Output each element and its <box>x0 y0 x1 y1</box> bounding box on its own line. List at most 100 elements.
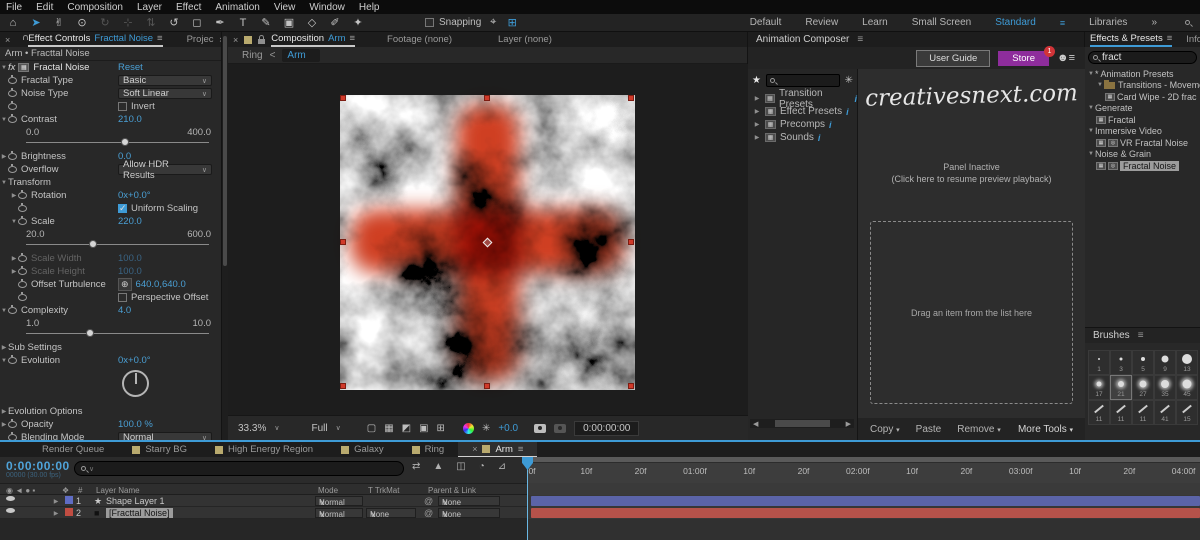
effects-tree-item[interactable]: ▦ Card Wipe - 2D frac <box>1085 91 1200 103</box>
panel-inactive-message[interactable]: Panel Inactive (Click here to resume pre… <box>858 161 1085 185</box>
workspace-small-screen[interactable]: Small Screen <box>912 17 971 28</box>
slider-thumb[interactable] <box>121 138 130 146</box>
workspace-menu-icon[interactable]: ≡ <box>1060 18 1065 28</box>
layer-track[interactable] <box>527 495 1200 507</box>
twirl-icon[interactable]: ▼ <box>1096 82 1104 88</box>
twirl-icon[interactable]: ▶ <box>10 255 18 262</box>
menu-animation[interactable]: Animation <box>215 2 259 13</box>
twirl-icon[interactable]: ▶ <box>753 121 761 128</box>
home-tool[interactable]: ⌂ <box>6 17 20 29</box>
paste-button[interactable]: Paste <box>910 422 948 437</box>
layer-duration-bar[interactable] <box>531 496 1200 506</box>
user-guide-button[interactable]: User Guide <box>916 49 991 67</box>
stopwatch-icon[interactable] <box>8 164 17 173</box>
brush-preset[interactable]: 41 <box>1154 400 1176 425</box>
numeric-value[interactable]: 0x+0.0° <box>118 190 151 201</box>
menu-composition[interactable]: Composition <box>67 2 123 13</box>
stopwatch-icon[interactable] <box>18 266 27 275</box>
menu-help[interactable]: Help <box>359 2 380 13</box>
magnification-select[interactable]: 33.3% ∨ <box>234 421 283 436</box>
stopwatch-icon[interactable] <box>18 216 27 225</box>
twirl-icon[interactable]: ▶ <box>52 510 60 517</box>
shy-layers-icon[interactable]: ◫ <box>456 461 465 472</box>
crumb-ring[interactable]: Ring <box>242 50 263 61</box>
stopwatch-icon[interactable] <box>8 75 17 84</box>
stopwatch-icon[interactable] <box>18 203 27 212</box>
twirl-icon[interactable]: ▶ <box>0 421 8 428</box>
twirl-icon[interactable]: ▶ <box>753 108 761 115</box>
account-icon[interactable]: ☻≡ <box>1057 52 1075 64</box>
value-checkbox[interactable] <box>118 102 127 111</box>
trkmat-select[interactable]: None ∨ <box>366 508 416 519</box>
brush-preset[interactable]: 1 <box>1088 350 1110 375</box>
brush-preset[interactable]: 9 <box>1154 350 1176 375</box>
panel-menu-icon[interactable]: ≡ <box>857 34 863 45</box>
menu-edit[interactable]: Edit <box>36 2 53 13</box>
parent-select[interactable]: None ∨ <box>438 496 500 507</box>
region-of-interest-icon[interactable]: ▣ <box>419 423 428 434</box>
timeline-tab-high-energy-region[interactable]: High Energy Region <box>201 442 327 457</box>
stopwatch-icon[interactable] <box>8 88 17 97</box>
effects-tree-item[interactable]: ▦ ◎ Fractal Noise <box>1085 160 1200 172</box>
twirl-icon[interactable]: ▼ <box>0 358 8 364</box>
close-icon[interactable]: × <box>472 444 477 454</box>
favorites-star-icon[interactable]: ★ <box>752 75 761 86</box>
copy-button[interactable]: Copy ▾ <box>864 422 906 437</box>
store-button[interactable]: Store 1 <box>998 45 1055 66</box>
effects-tree-item[interactable]: ▼ * Animation Presets <box>1085 68 1200 80</box>
work-area-bar[interactable] <box>528 457 1200 463</box>
brush-preset[interactable]: 27 <box>1132 375 1154 400</box>
pickwhip-icon[interactable]: @ <box>424 496 433 506</box>
twirl-icon[interactable]: ▶ <box>0 344 8 351</box>
stopwatch-icon[interactable] <box>8 151 17 160</box>
layer-track[interactable] <box>527 507 1200 519</box>
composer-category-precomps[interactable]: ▶ ▦ Precomps i <box>748 118 857 131</box>
snap-grid-icon[interactable]: ⊞ <box>505 16 519 29</box>
point-picker-icon[interactable]: ⊕ <box>118 278 132 291</box>
stopwatch-icon[interactable] <box>18 279 27 288</box>
workspace-search-icon[interactable] <box>1185 20 1190 25</box>
tab-effects-presets[interactable]: Effects & Presets ≡ <box>1090 32 1173 47</box>
parent-column[interactable]: Parent & Link <box>428 486 476 495</box>
layer-name[interactable]: [Fracttal Noise] <box>106 508 173 518</box>
workspace-libraries[interactable]: Libraries <box>1089 17 1127 28</box>
stopwatch-icon[interactable] <box>8 114 17 123</box>
slider-track[interactable] <box>26 240 209 248</box>
brush-tool[interactable]: ✎ <box>259 16 273 29</box>
composer-search-input[interactable] <box>765 74 840 87</box>
pen-tool[interactable]: ✒ <box>213 16 227 29</box>
mask-visibility-icon[interactable]: ◩ <box>402 423 411 434</box>
panel-menu-icon[interactable]: ≡ <box>1167 33 1173 44</box>
slider-thumb[interactable] <box>86 329 95 337</box>
twirl-icon[interactable]: ▶ <box>0 153 8 160</box>
reset-label[interactable]: Reset <box>118 62 143 73</box>
brush-preset[interactable]: 45 <box>1176 375 1198 400</box>
snapshot-icon[interactable] <box>534 423 547 433</box>
stopwatch-icon[interactable] <box>8 101 17 110</box>
info-icon[interactable]: i <box>818 133 821 143</box>
stopwatch-icon[interactable] <box>18 253 27 262</box>
mini-flowchart-icon[interactable]: ⇄ <box>412 461 420 472</box>
value-dropdown[interactable]: Allow HDR Results ∨ <box>118 159 212 181</box>
menu-file[interactable]: File <box>6 2 22 13</box>
tab-overflow-icon[interactable]: » <box>220 34 222 45</box>
transform-handle[interactable] <box>628 95 634 101</box>
layer-color-chip[interactable] <box>65 508 73 516</box>
timeline-tab-galaxy[interactable]: Galaxy <box>327 442 398 457</box>
brush-preset[interactable]: 3 <box>1110 350 1132 375</box>
puppet-tool[interactable]: ✦ <box>351 16 365 29</box>
transparency-grid-icon[interactable]: ▦ <box>384 423 393 434</box>
eraser-tool[interactable]: ◇ <box>305 16 319 29</box>
drop-zone[interactable]: Drag an item from the list here <box>870 221 1073 404</box>
reset-link[interactable]: Reset <box>118 62 143 73</box>
workspace-overflow-icon[interactable]: » <box>1151 17 1157 28</box>
trkmat-column[interactable]: T TrkMat <box>368 486 399 495</box>
panel-close-icon[interactable]: × <box>233 35 238 45</box>
brush-preset[interactable]: 11 <box>1110 400 1132 425</box>
slider-track[interactable] <box>26 138 209 146</box>
value-checkbox[interactable] <box>118 293 127 302</box>
stopwatch-icon[interactable] <box>8 355 17 364</box>
transform-handle[interactable] <box>484 383 490 389</box>
effects-tree-item[interactable]: ▦ Fractal <box>1085 114 1200 126</box>
visibility-eye-icon[interactable] <box>6 508 15 513</box>
